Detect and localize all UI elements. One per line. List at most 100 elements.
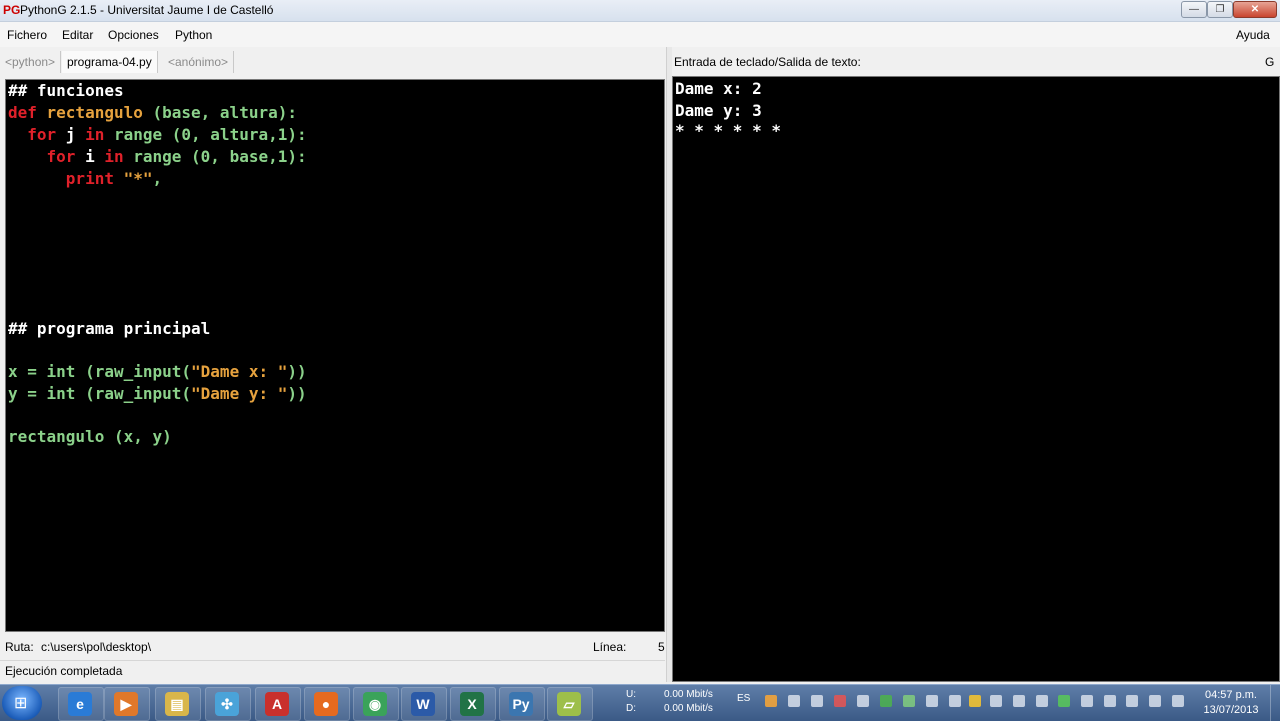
clock-date[interactable]: 13/07/2013 bbox=[1196, 704, 1266, 716]
code-token: range (0, altura,1): bbox=[113, 125, 307, 144]
tray-app-icon[interactable] bbox=[1058, 695, 1070, 707]
firefox-icon: ● bbox=[314, 692, 338, 716]
code-line: print "*", bbox=[8, 169, 162, 189]
ruta-label: Ruta: bbox=[5, 640, 34, 654]
code-line: rectangulo (x, y) bbox=[8, 427, 172, 447]
signal-tray-icon[interactable] bbox=[926, 695, 938, 707]
python-g-app-icon: PG bbox=[3, 3, 21, 17]
status-message: Ejecución completada bbox=[5, 664, 123, 678]
tray-app-icon[interactable] bbox=[765, 695, 777, 707]
taskbar-excel[interactable]: X bbox=[450, 687, 496, 721]
clock-time[interactable]: 04:57 p.m. bbox=[1196, 689, 1266, 701]
tray-app-icon[interactable] bbox=[1013, 695, 1025, 707]
tray-app-icon[interactable] bbox=[1081, 695, 1093, 707]
code-token: for bbox=[8, 125, 66, 144]
tab-anonimo[interactable]: <anónimo> bbox=[163, 51, 235, 73]
tab-programa-04[interactable]: programa-04.py bbox=[62, 51, 158, 73]
network-icon: ✣ bbox=[215, 692, 239, 716]
taskbar-acrobat[interactable]: A bbox=[255, 687, 301, 721]
code-token: )) bbox=[287, 362, 307, 381]
tray-app-icon[interactable] bbox=[1126, 695, 1138, 707]
language-indicator[interactable]: ES bbox=[737, 693, 750, 704]
taskbar: ⊞ e ▶ ▤ ✣ A ● ◉ W X Py ▱ U: D: 0.00 Mbit… bbox=[0, 684, 1280, 721]
shield-tray-icon[interactable] bbox=[969, 695, 981, 707]
code-token: "Dame y: " bbox=[191, 384, 288, 403]
tray-app-icon[interactable] bbox=[834, 695, 846, 707]
taskbar-document[interactable]: ▱ bbox=[547, 687, 593, 721]
minimize-button[interactable]: — bbox=[1181, 1, 1207, 18]
tray-app-icon[interactable] bbox=[857, 695, 869, 707]
tray-app-icon[interactable] bbox=[1036, 695, 1048, 707]
menu-python[interactable]: Python bbox=[175, 28, 212, 42]
taskbar-media-player[interactable]: ▶ bbox=[104, 687, 150, 721]
tray-app-icon[interactable] bbox=[788, 695, 800, 707]
code-line: for i in range (0, base,1): bbox=[8, 147, 307, 167]
window-title: PythonG 2.1.5 - Universitat Jaume I de C… bbox=[20, 3, 274, 17]
output-panel-label: Entrada de teclado/Salida de texto: bbox=[674, 55, 861, 69]
output-line: Dame y: 3 bbox=[675, 101, 762, 120]
menu-fichero[interactable]: Fichero bbox=[7, 28, 47, 42]
code-token: )) bbox=[287, 384, 307, 403]
network-tray-icon[interactable] bbox=[1149, 695, 1161, 707]
code-token: print bbox=[8, 169, 124, 188]
show-desktop-button[interactable] bbox=[1270, 685, 1280, 721]
folder-icon: ▤ bbox=[165, 692, 189, 716]
tab-python-shell[interactable]: <python> bbox=[0, 51, 62, 73]
code-token: for bbox=[8, 147, 86, 166]
net-download-label: D: bbox=[626, 703, 636, 714]
taskbar-firefox[interactable]: ● bbox=[304, 687, 350, 721]
text-output-console[interactable]: Dame x: 2 Dame y: 3 * * * * * * bbox=[672, 76, 1280, 682]
close-button[interactable]: ✕ bbox=[1233, 1, 1277, 18]
editor-tabs: <python> programa-04.py <anónimo> bbox=[0, 49, 665, 77]
title-bar: PG PythonG 2.1.5 - Universitat Jaume I d… bbox=[0, 0, 1280, 22]
code-token: rectangulo (x, y) bbox=[8, 427, 172, 446]
python-icon: Py bbox=[509, 692, 533, 716]
start-button[interactable]: ⊞ bbox=[2, 686, 42, 720]
code-token: range (0, base,1): bbox=[133, 147, 307, 166]
output-line: Dame x: 2 bbox=[675, 79, 762, 98]
tray-app-icon[interactable] bbox=[811, 695, 823, 707]
code-token: "*" bbox=[123, 169, 153, 188]
menu-editar[interactable]: Editar bbox=[62, 28, 93, 42]
code-line: ## programa principal bbox=[8, 319, 210, 339]
taskbar-word[interactable]: W bbox=[401, 687, 447, 721]
taskbar-python[interactable]: Py bbox=[499, 687, 545, 721]
document-icon: ▱ bbox=[557, 692, 581, 716]
code-token: x = int (raw_input( bbox=[8, 362, 192, 381]
word-icon: W bbox=[411, 692, 435, 716]
code-line: y = int (raw_input("Dame y: ")) bbox=[8, 384, 307, 404]
code-token: i bbox=[85, 147, 105, 166]
tray-app-icon[interactable] bbox=[990, 695, 1002, 707]
acrobat-icon: A bbox=[265, 692, 289, 716]
output-line: * * * * * * bbox=[675, 121, 781, 140]
net-upload-label: U: bbox=[626, 689, 636, 700]
code-token: ## programa principal bbox=[8, 319, 211, 338]
code-editor[interactable]: ## funciones def rectangulo (base, altur… bbox=[5, 79, 665, 632]
code-token: (base, altura): bbox=[142, 103, 297, 122]
code-token: in bbox=[104, 147, 134, 166]
status-message-row: Ejecución completada bbox=[0, 660, 665, 681]
media-player-icon: ▶ bbox=[114, 692, 138, 716]
tray-app-icon[interactable] bbox=[949, 695, 961, 707]
google-drive-tray-icon[interactable] bbox=[880, 695, 892, 707]
taskbar-network-tool[interactable]: ✣ bbox=[205, 687, 251, 721]
taskbar-chrome[interactable]: ◉ bbox=[353, 687, 399, 721]
code-token: rectangulo bbox=[46, 103, 143, 122]
internet-explorer-icon: e bbox=[68, 692, 92, 716]
volume-icon[interactable] bbox=[1172, 695, 1184, 707]
code-token: ## funciones bbox=[8, 81, 124, 100]
menu-ayuda[interactable]: Ayuda bbox=[1236, 28, 1270, 42]
taskbar-file-explorer[interactable]: ▤ bbox=[155, 687, 201, 721]
code-token: j bbox=[65, 125, 86, 144]
taskbar-internet-explorer[interactable]: e bbox=[58, 687, 104, 721]
menu-opciones[interactable]: Opciones bbox=[108, 28, 159, 42]
menu-bar: Fichero Editar Opciones Python Ayuda bbox=[0, 22, 1280, 47]
code-token: def bbox=[8, 103, 47, 122]
tray-app-icon[interactable] bbox=[903, 695, 915, 707]
excel-icon: X bbox=[460, 692, 484, 716]
code-token: in bbox=[85, 125, 114, 144]
action-center-flag-icon[interactable] bbox=[1104, 695, 1116, 707]
code-token: , bbox=[152, 169, 163, 188]
maximize-button[interactable]: ❐ bbox=[1207, 1, 1233, 18]
code-line: for j in range (0, altura,1): bbox=[8, 125, 307, 145]
